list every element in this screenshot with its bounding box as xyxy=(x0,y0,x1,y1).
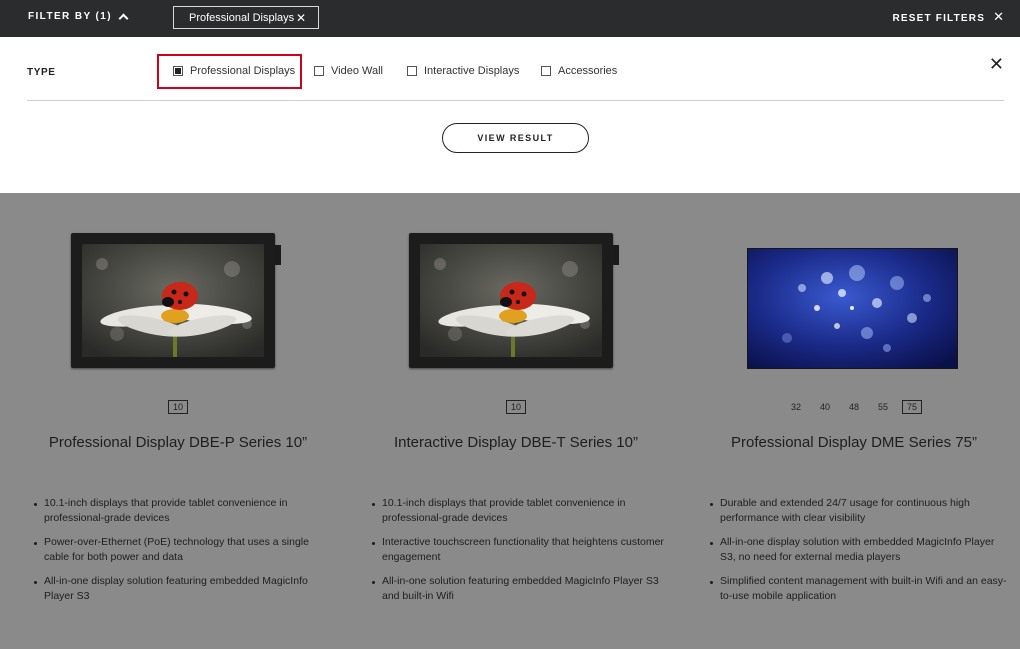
active-filter-chip-label: Professional Displays xyxy=(189,11,295,24)
feature-item: Interactive touchscreen functionality th… xyxy=(372,535,672,565)
size-selector: 10 xyxy=(346,400,686,414)
filter-option-professional-displays[interactable]: Professional Displays xyxy=(173,65,295,77)
size-option-10[interactable]: 10 xyxy=(167,400,188,414)
bokeh-image xyxy=(748,249,957,368)
checkbox[interactable] xyxy=(314,66,324,76)
feature-item: Durable and extended 24/7 usage for cont… xyxy=(710,496,1010,526)
feature-item: All-in-one display solution featuring em… xyxy=(34,574,334,604)
product-image-large-display[interactable] xyxy=(747,248,958,369)
ladybug-flower-image xyxy=(420,244,602,357)
chevron-up-icon xyxy=(118,13,129,24)
filter-option-label: Interactive Displays xyxy=(424,65,520,77)
active-filter-chip[interactable]: Professional Displays ✕ xyxy=(173,6,319,29)
type-label: TYPE xyxy=(27,67,56,78)
checkbox-checked[interactable] xyxy=(173,66,183,76)
size-option-55[interactable]: 55 xyxy=(873,400,893,414)
feature-list: Durable and extended 24/7 usage for cont… xyxy=(710,496,1010,613)
divider xyxy=(27,100,1004,101)
filter-option-label: Professional Displays xyxy=(190,65,296,77)
filter-panel: TYPE Professional Displays Video Wall In… xyxy=(0,37,1020,193)
product-card-dbe-t: 10 Interactive Display DBE-T Series 10” … xyxy=(346,193,686,649)
remove-filter-close-icon[interactable]: ✕ xyxy=(296,11,306,25)
size-option-40[interactable]: 40 xyxy=(815,400,835,414)
filter-option-video-wall[interactable]: Video Wall xyxy=(314,65,383,77)
product-card-dbe-p: 10 Professional Display DBE-P Series 10”… xyxy=(8,193,348,649)
checkbox[interactable] xyxy=(407,66,417,76)
filter-option-accessories[interactable]: Accessories xyxy=(541,65,617,77)
ladybug-flower-screen xyxy=(420,244,602,357)
feature-item: 10.1-inch displays that provide tablet c… xyxy=(34,496,334,526)
reset-close-icon: ✕ xyxy=(993,9,1004,24)
product-card-dme: 32 40 48 55 75 Professional Display DME … xyxy=(684,193,1020,649)
size-option-10[interactable]: 10 xyxy=(505,400,526,414)
filter-option-label: Accessories xyxy=(558,65,618,77)
product-title[interactable]: Professional Display DME Series 75” xyxy=(684,434,1020,451)
feature-list: 10.1-inch displays that provide tablet c… xyxy=(34,496,334,613)
ladybug-flower-image xyxy=(82,244,264,357)
view-result-button[interactable]: VIEW RESULT xyxy=(442,123,589,153)
product-title[interactable]: Interactive Display DBE-T Series 10” xyxy=(346,434,686,451)
feature-item: All-in-one solution featuring embedded M… xyxy=(372,574,672,604)
reset-filters-label: RESET FILTERS xyxy=(892,12,986,24)
size-selector: 32 40 48 55 75 xyxy=(684,400,1020,414)
feature-item: All-in-one display solution with embedde… xyxy=(710,535,1010,565)
reset-filters-button[interactable]: RESET FILTERS ✕ xyxy=(892,9,1004,25)
feature-list: 10.1-inch displays that provide tablet c… xyxy=(372,496,672,613)
product-title[interactable]: Professional Display DBE-P Series 10” xyxy=(8,434,348,451)
size-selector: 10 xyxy=(8,400,348,414)
size-option-32[interactable]: 32 xyxy=(786,400,806,414)
side-button xyxy=(275,245,281,265)
checkbox[interactable] xyxy=(541,66,551,76)
filter-option-interactive-displays[interactable]: Interactive Displays xyxy=(407,65,519,77)
filter-by-toggle[interactable]: FILTER BY (1) xyxy=(28,11,129,24)
product-image-tablet-display[interactable] xyxy=(409,233,619,368)
product-image-tablet-display[interactable] xyxy=(71,233,281,368)
feature-item: 10.1-inch displays that provide tablet c… xyxy=(372,496,672,526)
filter-option-label: Video Wall xyxy=(331,65,383,77)
ladybug-flower-screen xyxy=(82,244,264,357)
filter-topbar: FILTER BY (1) Professional Displays ✕ RE… xyxy=(0,0,1020,37)
size-option-75[interactable]: 75 xyxy=(902,400,923,414)
size-option-48[interactable]: 48 xyxy=(844,400,864,414)
feature-item: Simplified content management with built… xyxy=(710,574,1010,604)
feature-item: Power-over-Ethernet (PoE) technology tha… xyxy=(34,535,334,565)
filter-by-label: FILTER BY (1) xyxy=(28,11,112,22)
side-button xyxy=(613,245,619,265)
close-panel-icon[interactable]: ✕ xyxy=(989,55,1004,73)
